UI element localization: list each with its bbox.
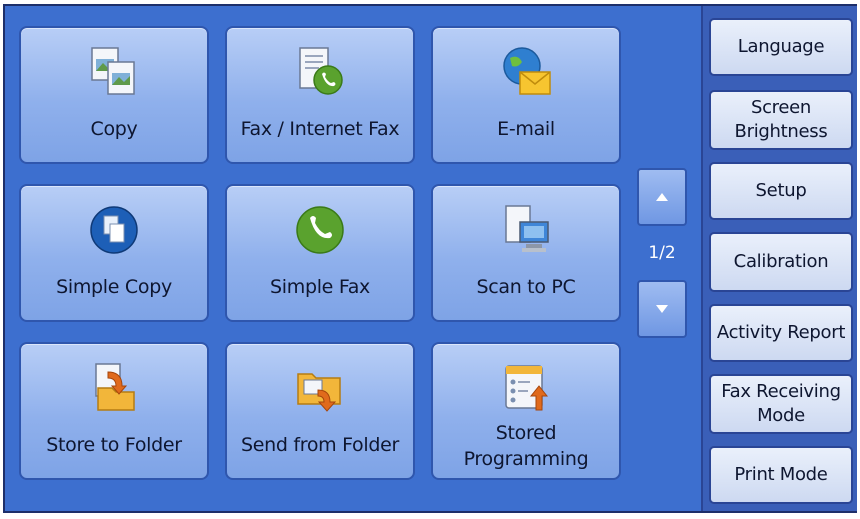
stored-programming-label: Stored Programming [433,420,619,472]
copy-button[interactable]: Copy [19,26,209,164]
print-mode-label: Print Mode [734,464,828,485]
page-indicator: 1/2 [648,243,676,263]
copy-label: Copy [90,118,138,140]
stored-programming-icon [505,365,549,411]
fax-label: Fax / Internet Fax [240,118,400,140]
fax-receiving-mode-label-line2: Mode [757,405,805,426]
copy-icon [91,47,135,95]
setup-label: Setup [755,180,807,201]
arrow-down-icon [656,305,668,313]
send-folder-icon [297,373,341,412]
fax-icon [299,47,343,95]
scan-to-pc-label: Scan to PC [476,276,576,298]
fax-receiving-mode-label-line1: Fax Receiving [721,381,841,402]
screen-brightness-button[interactable]: Screen Brightness [709,90,853,150]
send-from-folder-button[interactable]: Send from Folder [225,342,415,480]
email-button[interactable]: E-mail [431,26,621,164]
fax-receiving-mode-button[interactable]: Fax Receiving Mode [709,374,853,434]
store-to-folder-button[interactable]: Store to Folder [19,342,209,480]
stored-programming-label-line1: Stored [495,422,557,444]
print-mode-button[interactable]: Print Mode [709,446,853,504]
stored-programming-label-line2: Programming [463,448,589,470]
calibration-label: Calibration [733,251,829,272]
scan-to-pc-button[interactable]: Scan to PC [431,184,621,322]
page-up-button[interactable] [637,168,687,226]
email-icon [503,47,551,95]
email-label: E-mail [497,118,555,140]
store-to-folder-label: Store to Folder [46,434,182,456]
activity-report-button[interactable]: Activity Report [709,304,853,362]
simple-copy-label: Simple Copy [56,276,172,298]
phone-icon [296,206,344,254]
calibration-button[interactable]: Calibration [709,232,853,292]
language-button[interactable]: Language [709,18,853,76]
arrow-up-icon [656,193,668,201]
touch-screen: Copy Fax / Internet Fax E-mail Simple Co… [3,4,857,513]
activity-report-label: Activity Report [716,322,846,343]
simple-copy-icon [90,206,138,254]
computer-icon [505,205,549,252]
simple-fax-label: Simple Fax [270,276,370,298]
simple-fax-button[interactable]: Simple Fax [225,184,415,322]
screen-brightness-label-line2: Brightness [734,121,828,142]
fax-internet-fax-button[interactable]: Fax / Internet Fax [225,26,415,164]
store-folder-icon [95,363,135,411]
send-from-folder-label: Send from Folder [240,434,400,456]
stored-programming-button[interactable]: Stored Programming [431,342,621,480]
page-down-button[interactable] [637,280,687,338]
screen-brightness-label-line1: Screen [750,97,812,118]
setup-button[interactable]: Setup [709,162,853,220]
simple-copy-button[interactable]: Simple Copy [19,184,209,322]
language-label: Language [737,36,825,57]
